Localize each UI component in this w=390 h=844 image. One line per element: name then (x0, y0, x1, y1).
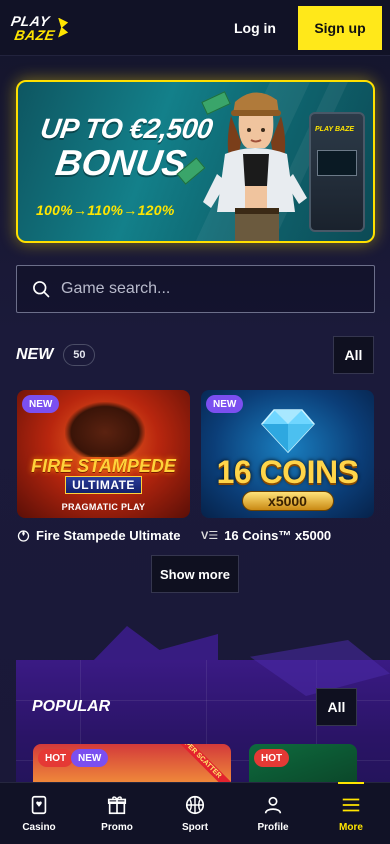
section-label: NEW (16, 346, 54, 363)
logo-line2: BAZE (13, 26, 57, 43)
nav-label: Profile (257, 822, 289, 833)
nav-more[interactable]: More (312, 782, 390, 833)
v-provider-icon: V☰ (201, 529, 219, 542)
header-actions: Log in Sign up (234, 5, 382, 50)
nav-label: Sport (181, 822, 209, 833)
profile-icon (264, 796, 282, 814)
login-button[interactable]: Log in (234, 20, 276, 36)
popular-all-button[interactable]: All (316, 688, 357, 726)
game-art-provider: PRAGMATIC PLAY (61, 502, 146, 512)
casino-card-icon (31, 795, 47, 815)
search-input[interactable] (61, 280, 360, 298)
gift-icon (107, 796, 127, 815)
menu-icon (342, 798, 360, 812)
slot-machine-illustration: PLAY BAZE (309, 112, 365, 232)
game-art-multiplier: x5000 (241, 491, 334, 511)
top-header: PLAY BAZE Log in Sign up (0, 0, 390, 56)
bison-illustration (65, 402, 145, 457)
game-art-title-sub: ULTIMATE (65, 476, 142, 494)
bonus-banner[interactable]: UP TO €2,500 BONUS 100%→110%→120% PLAY B… (16, 80, 375, 243)
logo-line1: PLAY (9, 12, 51, 29)
logo[interactable]: PLAY BAZE (8, 12, 69, 43)
new-badge: NEW (206, 395, 244, 413)
banner-line1: UP TO €2,500 (38, 113, 215, 144)
signup-button[interactable]: Sign up (298, 5, 382, 50)
nav-label: More (339, 822, 363, 833)
logo-wordmark: PLAY BAZE (8, 12, 59, 43)
nav-promo[interactable]: Promo (78, 794, 156, 833)
new-all-button[interactable]: All (333, 336, 374, 374)
new-badge: NEW (71, 749, 109, 767)
game-art-title: FIRE STAMPEDE ULTIMATE (17, 456, 190, 494)
nav-casino[interactable]: Casino (0, 794, 78, 833)
new-section-title: NEW 50 (16, 344, 96, 366)
nav-label: Promo (101, 822, 133, 833)
nav-sport[interactable]: Sport (156, 794, 234, 833)
count-badge: 50 (63, 344, 96, 366)
game-card-fire-stampede-ultimate[interactable]: FIRE STAMPEDE ULTIMATE PRAGMATIC PLAY NE… (17, 390, 190, 518)
game-art-title-main: 16 COINS (216, 454, 359, 490)
game-title: Fire Stampede Ultimate (36, 527, 181, 543)
new-section-header: NEW 50 All (16, 336, 374, 374)
game-name-2[interactable]: V☰ 16 Coins™ x5000 (201, 526, 331, 544)
game-art-title-main: FIRE STAMPEDE (31, 456, 176, 476)
logo-bolt-icon (58, 17, 69, 38)
slot-brand: PLAY BAZE (315, 126, 355, 133)
basketball-icon (185, 795, 205, 815)
slot-screen (317, 150, 357, 176)
hot-badge: HOT (38, 749, 74, 767)
nav-profile[interactable]: Profile (234, 794, 312, 833)
popular-section-title: POPULAR (32, 698, 110, 716)
section-label: POPULAR (32, 698, 111, 715)
pragmatic-play-icon (17, 529, 30, 542)
game-search[interactable] (16, 265, 375, 313)
popular-section-header: POPULAR All (32, 688, 357, 726)
game-card-16-coins-x5000[interactable]: 16 COINS x5000 NEW (201, 390, 374, 518)
game-name-1[interactable]: Fire Stampede Ultimate (17, 526, 181, 544)
banner-character-illustration (203, 92, 307, 241)
diamond-icon (260, 409, 315, 454)
show-more-button[interactable]: Show more (151, 555, 239, 593)
new-badge: NEW (22, 395, 60, 413)
hot-badge: HOT (254, 749, 290, 767)
search-icon (33, 281, 50, 298)
banner-tiers: 100%→110%→120% (36, 202, 175, 218)
active-indicator (338, 782, 364, 784)
bottom-navigation: Casino Promo Sport Profile More (0, 782, 390, 844)
nav-label: Casino (22, 822, 56, 833)
game-title: 16 Coins™ x5000 (224, 527, 332, 543)
